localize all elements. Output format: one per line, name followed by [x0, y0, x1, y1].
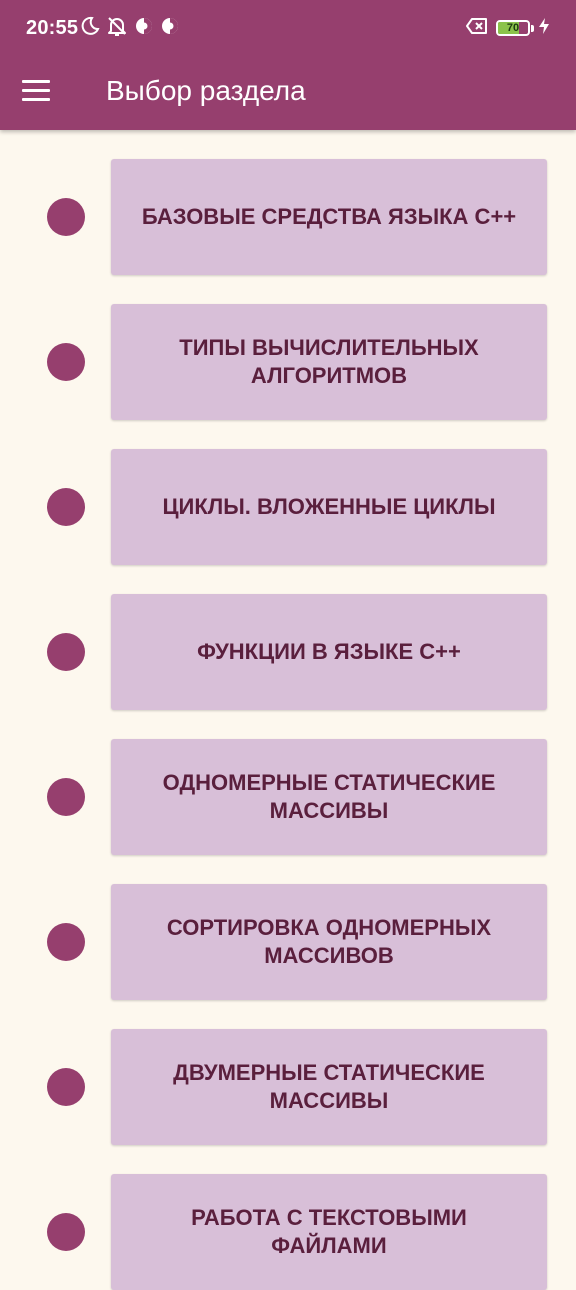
section-row: ТИПЫ ВЫЧИСЛИТЕЛЬНЫХ АЛГОРИТМОВ — [0, 304, 576, 420]
section-button-label: СОРТИРОВКА ОДНОМЕРНЫХ МАССИВОВ — [166, 915, 492, 968]
battery-level: 70 — [506, 22, 520, 34]
page-title: Выбор раздела — [106, 75, 306, 106]
section-button[interactable]: ТИПЫ ВЫЧИСЛИТЕЛЬНЫХ АЛГОРИТМОВ — [111, 304, 547, 420]
section-button[interactable]: РАБОТА С ТЕКСТОВЫМИ ФАЙЛАМИ — [111, 1174, 547, 1290]
section-bullet-icon — [47, 488, 85, 526]
section-button-label: РАБОТА С ТЕКСТОВЫМИ ФАЙЛАМИ — [191, 1205, 467, 1258]
section-bullet-icon — [47, 633, 85, 671]
hamburger-menu-icon[interactable] — [22, 72, 62, 108]
section-button-label: ФУНКЦИИ В ЯЗЫКЕ С++ — [197, 639, 461, 664]
section-button-label: ЦИКЛЫ. ВЛОЖЕННЫЕ ЦИКЛЫ — [162, 494, 496, 519]
section-row: РАБОТА С ТЕКСТОВЫМИ ФАЙЛАМИ — [0, 1174, 576, 1290]
section-button-label: ОДНОМЕРНЫЕ СТАТИЧЕСКИЕ МАССИВЫ — [162, 770, 496, 823]
charging-bolt-icon — [538, 17, 550, 40]
section-row: ФУНКЦИИ В ЯЗЫКЕ С++ — [0, 594, 576, 710]
data-saver-icon — [134, 16, 154, 41]
status-time: 20:55 — [26, 17, 79, 39]
section-bullet-icon — [47, 343, 85, 381]
section-row: ЦИКЛЫ. ВЛОЖЕННЫЕ ЦИКЛЫ — [0, 449, 576, 565]
section-bullet-icon — [47, 923, 85, 961]
battery-saver-icon — [466, 17, 488, 40]
section-row: БАЗОВЫЕ СРЕДСТВА ЯЗЫКА С++ — [0, 159, 576, 275]
status-bar: 20:55 70 — [0, 0, 576, 56]
section-button-label: БАЗОВЫЕ СРЕДСТВА ЯЗЫКА С++ — [141, 204, 517, 229]
section-bullet-icon — [47, 1068, 85, 1106]
section-row: ОДНОМЕРНЫЕ СТАТИЧЕСКИЕ МАССИВЫ — [0, 739, 576, 855]
section-button-label: ДВУМЕРНЫЕ СТАТИЧЕСКИЕ МАССИВЫ — [173, 1060, 485, 1113]
section-bullet-icon — [47, 1213, 85, 1251]
section-bullet-icon — [47, 198, 85, 236]
section-button[interactable]: ФУНКЦИИ В ЯЗЫКЕ С++ — [111, 594, 547, 710]
data-saver-icon — [160, 16, 180, 41]
bell-off-icon — [106, 15, 128, 42]
section-button[interactable]: СОРТИРОВКА ОДНОМЕРНЫХ МАССИВОВ — [111, 884, 547, 1000]
section-button[interactable]: БАЗОВЫЕ СРЕДСТВА ЯЗЫКА С++ — [111, 159, 547, 275]
battery-icon: 70 — [496, 20, 530, 36]
status-icons-right: 70 — [466, 16, 550, 40]
section-row: ДВУМЕРНЫЕ СТАТИЧЕСКИЕ МАССИВЫ — [0, 1029, 576, 1145]
section-row: СОРТИРОВКА ОДНОМЕРНЫХ МАССИВОВ — [0, 884, 576, 1000]
status-icons-left — [80, 16, 180, 40]
app-bar: 20:55 70 Выбор раздела — [0, 0, 576, 130]
section-button[interactable]: ОДНОМЕРНЫЕ СТАТИЧЕСКИЕ МАССИВЫ — [111, 739, 547, 855]
moon-icon — [80, 16, 100, 41]
section-bullet-icon — [47, 778, 85, 816]
section-button-label: ТИПЫ ВЫЧИСЛИТЕЛЬНЫХ АЛГОРИТМОВ — [179, 335, 479, 388]
section-button[interactable]: ЦИКЛЫ. ВЛОЖЕННЫЕ ЦИКЛЫ — [111, 449, 547, 565]
section-button[interactable]: ДВУМЕРНЫЕ СТАТИЧЕСКИЕ МАССИВЫ — [111, 1029, 547, 1145]
